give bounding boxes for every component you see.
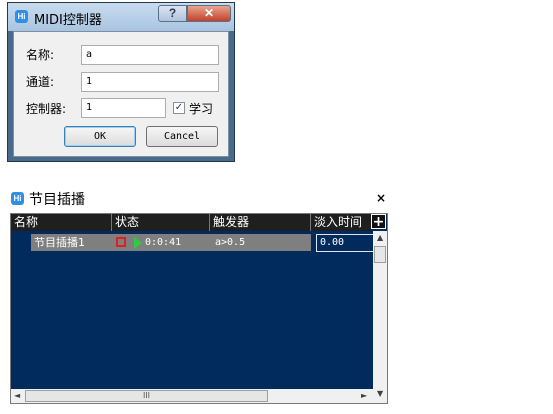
dialog-body: 名称: a 通道: 1 控制器: 1 ✓ 学习 OK Cancel bbox=[13, 31, 229, 157]
add-row-button[interactable]: + bbox=[371, 214, 386, 229]
row-time-cell: 0:0:41 bbox=[145, 237, 182, 248]
play-icon[interactable] bbox=[134, 237, 142, 249]
midi-controller-dialog: Hi MIDI控制器 ? ✕ 名称: a 通道: 1 控制器: 1 ✓ 学习 O… bbox=[7, 2, 235, 162]
program-insert-panel: Hi 节目插播 × 名称 状态 触发器 淡入时间 + 节目插播1 0:0:41 … bbox=[7, 187, 390, 405]
close-button[interactable]: ✕ bbox=[187, 5, 231, 22]
dialog-titlebar[interactable]: Hi MIDI控制器 ? ✕ bbox=[8, 3, 234, 31]
scroll-left-arrow-icon[interactable]: ◄ bbox=[14, 391, 20, 400]
row-trigger-cell[interactable]: a>0.5 bbox=[215, 234, 245, 251]
help-button[interactable]: ? bbox=[158, 5, 187, 22]
dialog-title: MIDI控制器 bbox=[34, 13, 102, 28]
table-row[interactable]: 节目插播1 0:0:41 a>0.5 bbox=[31, 234, 311, 251]
horizontal-scroll-thumb[interactable]: III bbox=[25, 390, 268, 402]
vertical-scrollbar[interactable]: ▲ ▼ bbox=[373, 231, 387, 403]
learn-label: 学习 bbox=[189, 102, 214, 116]
column-header-fade-in[interactable]: 淡入时间 bbox=[311, 214, 371, 231]
fade-in-edit-field[interactable]: 0.00 bbox=[316, 234, 374, 252]
stop-icon[interactable] bbox=[116, 237, 126, 247]
ok-button[interactable]: OK bbox=[64, 126, 136, 147]
controller-label: 控制器: bbox=[26, 102, 67, 116]
scroll-down-arrow-icon[interactable]: ▼ bbox=[377, 389, 383, 398]
scroll-up-arrow-icon[interactable]: ▲ bbox=[377, 233, 383, 242]
column-header-trigger[interactable]: 触发器 bbox=[210, 214, 311, 231]
scroll-right-arrow-icon[interactable]: ► bbox=[361, 391, 367, 400]
panel-title: 节目插播 bbox=[29, 192, 85, 208]
panel-close-button[interactable]: × bbox=[376, 191, 386, 205]
name-label: 名称: bbox=[26, 48, 55, 62]
cancel-button[interactable]: Cancel bbox=[146, 126, 218, 147]
app-logo-icon: Hi bbox=[11, 192, 24, 205]
vertical-scroll-thumb[interactable] bbox=[374, 246, 386, 263]
channel-input[interactable]: 1 bbox=[81, 72, 219, 92]
row-name-cell: 节目插播1 bbox=[34, 236, 85, 249]
program-grid[interactable]: 名称 状态 触发器 淡入时间 + 节目插播1 0:0:41 a>0.5 0.00… bbox=[10, 213, 388, 404]
controller-input[interactable]: 1 bbox=[81, 98, 166, 118]
learn-checkbox[interactable]: ✓ bbox=[173, 102, 185, 114]
column-header-status[interactable]: 状态 bbox=[112, 214, 210, 231]
column-header-name[interactable]: 名称 bbox=[11, 214, 112, 231]
channel-label: 通道: bbox=[26, 75, 55, 89]
name-input[interactable]: a bbox=[81, 45, 219, 65]
horizontal-scrollbar[interactable]: ◄ III ► bbox=[11, 389, 373, 403]
app-logo-icon: Hi bbox=[15, 10, 28, 23]
